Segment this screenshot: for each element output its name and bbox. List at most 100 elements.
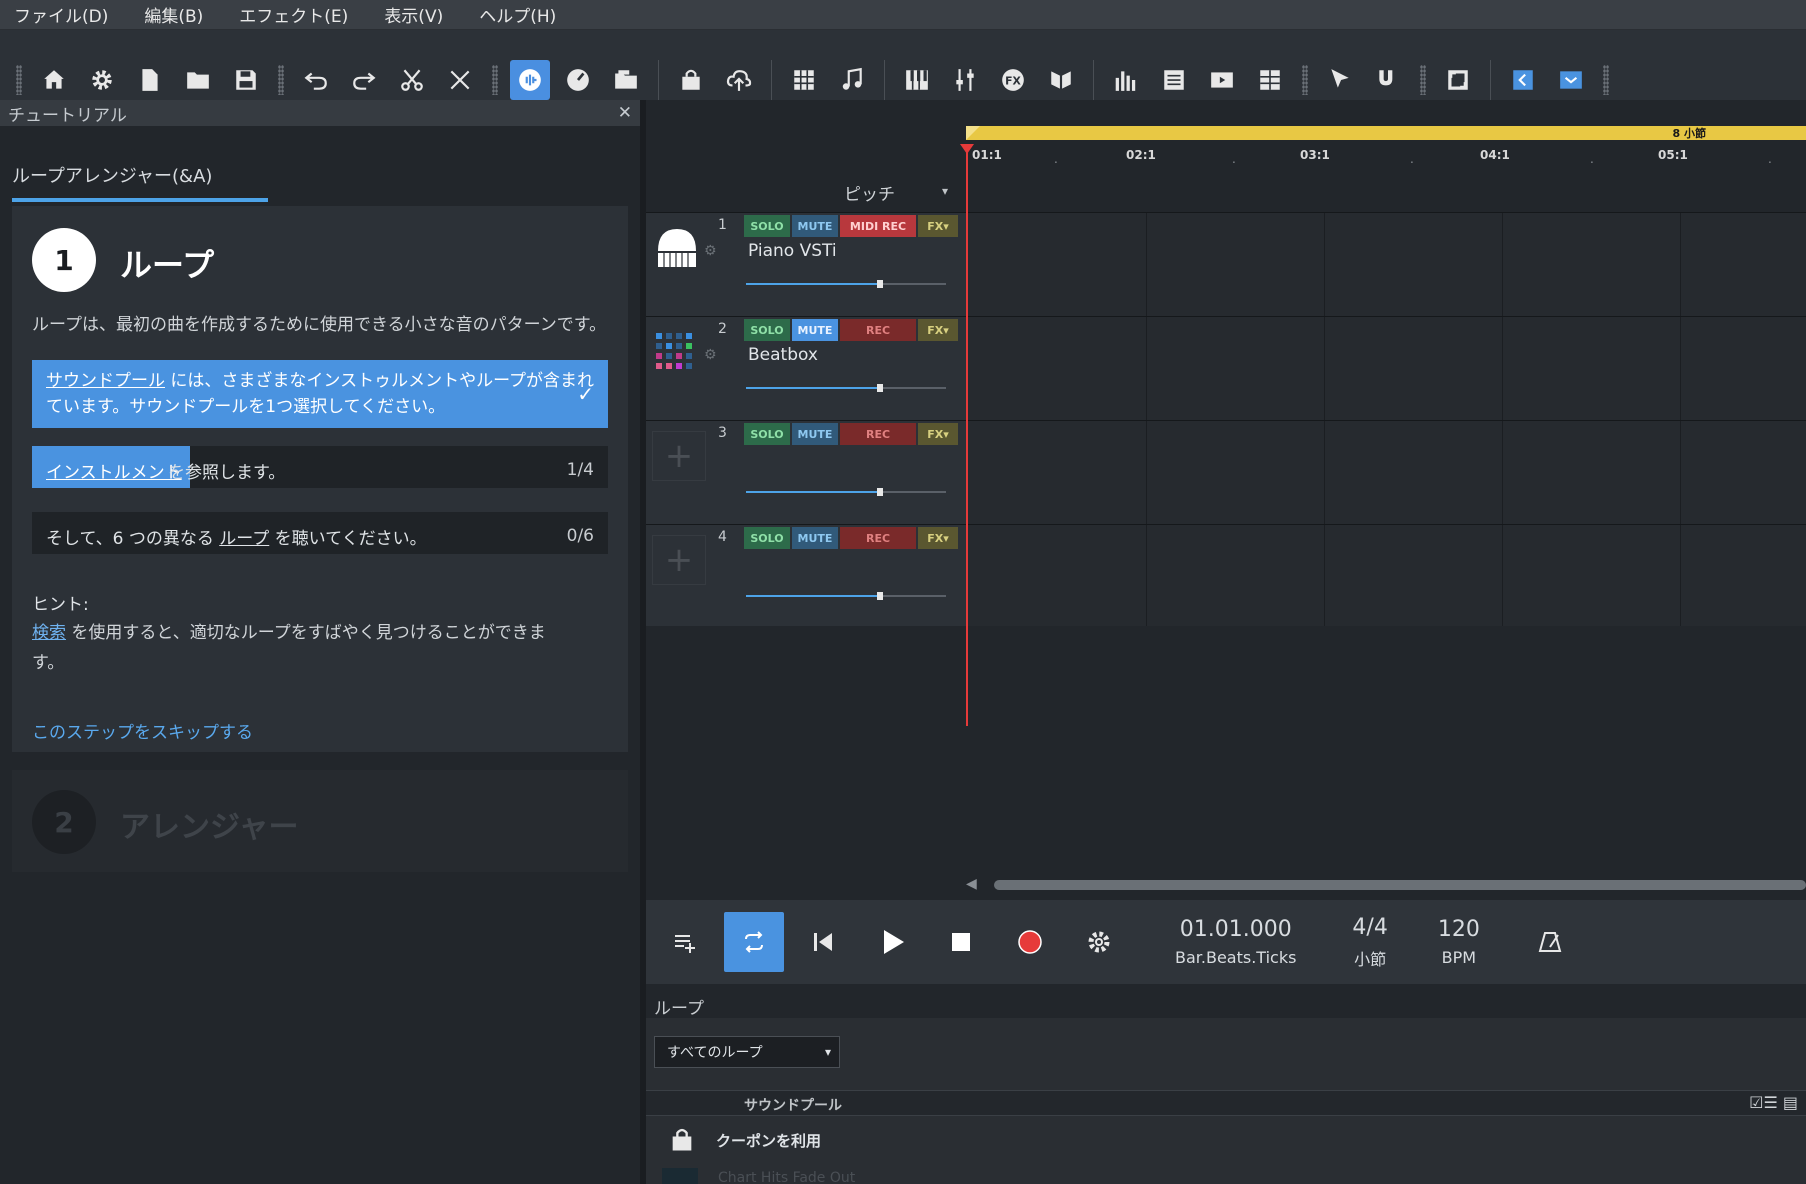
time-signature-display[interactable]: 4/4 小節	[1352, 915, 1387, 970]
pitch-label[interactable]: ピッチ	[844, 180, 895, 205]
list-options-icon[interactable]: ☑☰ ▤	[1749, 1093, 1798, 1112]
close-icon[interactable]: ✕	[618, 103, 632, 123]
fx-icon[interactable]: FX	[993, 60, 1033, 100]
shop-bag-icon[interactable]	[671, 60, 711, 100]
menu-file[interactable]: ファイル(D)	[8, 0, 114, 29]
new-file-icon[interactable]	[130, 60, 170, 100]
track-header[interactable]: ⚙ 1 SOLO MUTE MIDI REC FX▾ Piano VSTi	[646, 213, 966, 316]
volume-knob[interactable]	[877, 488, 883, 496]
fullscreen-icon[interactable]	[1438, 60, 1478, 100]
rec-button[interactable]: REC	[840, 319, 916, 341]
track-header[interactable]: ⚙ 2 SOLO MUTE REC FX▾ Beatbox	[646, 317, 966, 420]
redo-icon[interactable]	[344, 60, 384, 100]
transport-settings-icon[interactable]	[1069, 912, 1129, 972]
rec-button[interactable]: MIDI REC	[840, 215, 916, 237]
save-icon[interactable]	[226, 60, 266, 100]
fx-button[interactable]: FX▾	[918, 215, 958, 237]
fx-button[interactable]: FX▾	[918, 319, 958, 341]
track-name[interactable]: Piano VSTi	[748, 241, 837, 261]
volume-slider[interactable]	[746, 488, 946, 496]
play-icon[interactable]	[862, 912, 922, 972]
layout-columns-icon[interactable]	[1250, 60, 1290, 100]
skip-back-icon[interactable]	[793, 912, 853, 972]
mute-button[interactable]: MUTE	[792, 527, 838, 549]
step2-card[interactable]: 2 アレンジャー	[12, 770, 628, 872]
soundpool-column-header[interactable]: サウンドプール ☑☰ ▤	[646, 1090, 1806, 1116]
track-header[interactable]: + 4 SOLO MUTE REC FX▾	[646, 525, 966, 628]
panel-down-icon[interactable]	[1551, 60, 1591, 100]
stop-icon[interactable]	[931, 912, 991, 972]
tab-loop-arranger[interactable]: ループアレンジャー(&A)	[12, 162, 212, 188]
rec-button[interactable]: REC	[840, 527, 916, 549]
playhead[interactable]	[966, 146, 968, 726]
horizontal-scrollbar[interactable]: ◀	[946, 876, 1806, 892]
open-folder-icon[interactable]	[178, 60, 218, 100]
toolbar-grip[interactable]	[16, 65, 22, 95]
soundpool-icon[interactable]	[510, 60, 550, 100]
rec-button[interactable]: REC	[840, 423, 916, 445]
task-instruments[interactable]: インストルメント を参照します。 1/4	[32, 446, 608, 488]
loop-filter-select[interactable]: すべてのループ ▾	[654, 1036, 840, 1068]
toolbar-grip[interactable]	[1420, 65, 1426, 95]
loop-start-marker[interactable]	[966, 126, 980, 140]
skip-step-link[interactable]: このステップをスキップする	[32, 718, 253, 743]
volume-slider[interactable]	[746, 280, 946, 288]
instruments-link[interactable]: インストルメント	[32, 446, 190, 488]
track-lane[interactable]	[968, 213, 1806, 316]
menu-view[interactable]: 表示(V)	[378, 0, 449, 29]
toolbar-grip[interactable]	[1302, 65, 1308, 95]
task-soundpool[interactable]: サウンドプール には、さまざまなインストゥルメントやループが含まれ ています。サ…	[32, 360, 608, 428]
scroll-left-icon[interactable]: ◀	[966, 876, 977, 892]
track-settings-icon[interactable]: ⚙	[704, 347, 717, 363]
track-lane[interactable]	[968, 421, 1806, 524]
fx-button[interactable]: FX▾	[918, 423, 958, 445]
music-note-icon[interactable]	[832, 60, 872, 100]
pointer-tool-icon[interactable]	[1320, 60, 1360, 100]
split-view-icon[interactable]	[1041, 60, 1081, 100]
record-icon[interactable]	[1000, 912, 1060, 972]
list-item-label[interactable]: Chart Hits Fade Out	[718, 1170, 855, 1184]
track-name[interactable]: Beatbox	[748, 345, 818, 365]
solo-button[interactable]: SOLO	[744, 215, 790, 237]
video-icon[interactable]	[1202, 60, 1242, 100]
soundpool-link[interactable]: サウンドプール	[46, 371, 165, 391]
cloud-upload-icon[interactable]	[719, 60, 759, 100]
volume-knob[interactable]	[877, 280, 883, 288]
chevron-down-icon[interactable]: ▾	[942, 184, 948, 198]
tempo-display[interactable]: 120 BPM	[1438, 917, 1480, 967]
scrollbar-thumb[interactable]	[994, 880, 1806, 890]
add-instrument-icon[interactable]: +	[652, 535, 706, 585]
piano-keys-icon[interactable]	[897, 60, 937, 100]
volume-knob[interactable]	[877, 592, 883, 600]
cut-icon[interactable]	[392, 60, 432, 100]
bar-meter-icon[interactable]	[1106, 60, 1146, 100]
timeline-ruler[interactable]: 01:1 . 02:1 . 03:1 . 04:1 . 05:1 .	[966, 144, 1806, 174]
volume-slider[interactable]	[746, 592, 946, 600]
solo-button[interactable]: SOLO	[744, 319, 790, 341]
solo-button[interactable]: SOLO	[744, 423, 790, 445]
menu-effects[interactable]: エフェクト(E)	[233, 0, 354, 29]
menu-help[interactable]: ヘルプ(H)	[473, 0, 562, 29]
volume-slider[interactable]	[746, 384, 946, 392]
undo-icon[interactable]	[296, 60, 336, 100]
list-icon[interactable]	[1154, 60, 1194, 100]
toolbar-grip[interactable]	[278, 65, 284, 95]
add-marker-icon[interactable]	[655, 912, 715, 972]
track-settings-icon[interactable]: ⚙	[704, 243, 717, 259]
grid-icon[interactable]	[784, 60, 824, 100]
toolbar-grip[interactable]	[492, 65, 498, 95]
mute-button[interactable]: MUTE	[792, 319, 838, 341]
track-lane[interactable]	[968, 525, 1806, 628]
position-display[interactable]: 01.01.000 Bar.Beats.Ticks	[1175, 917, 1296, 967]
settings-icon[interactable]	[82, 60, 122, 100]
volume-knob[interactable]	[877, 384, 883, 392]
list-item[interactable]: クーポンを利用	[646, 1118, 1806, 1162]
metronome-icon[interactable]	[1520, 912, 1580, 972]
mute-button[interactable]: MUTE	[792, 215, 838, 237]
mute-button[interactable]: MUTE	[792, 423, 838, 445]
toolbar-grip[interactable]	[1603, 65, 1609, 95]
mixer-icon[interactable]	[945, 60, 985, 100]
fx-button[interactable]: FX▾	[918, 527, 958, 549]
track-lane[interactable]	[968, 317, 1806, 420]
loops-link[interactable]: ループ	[219, 529, 269, 549]
